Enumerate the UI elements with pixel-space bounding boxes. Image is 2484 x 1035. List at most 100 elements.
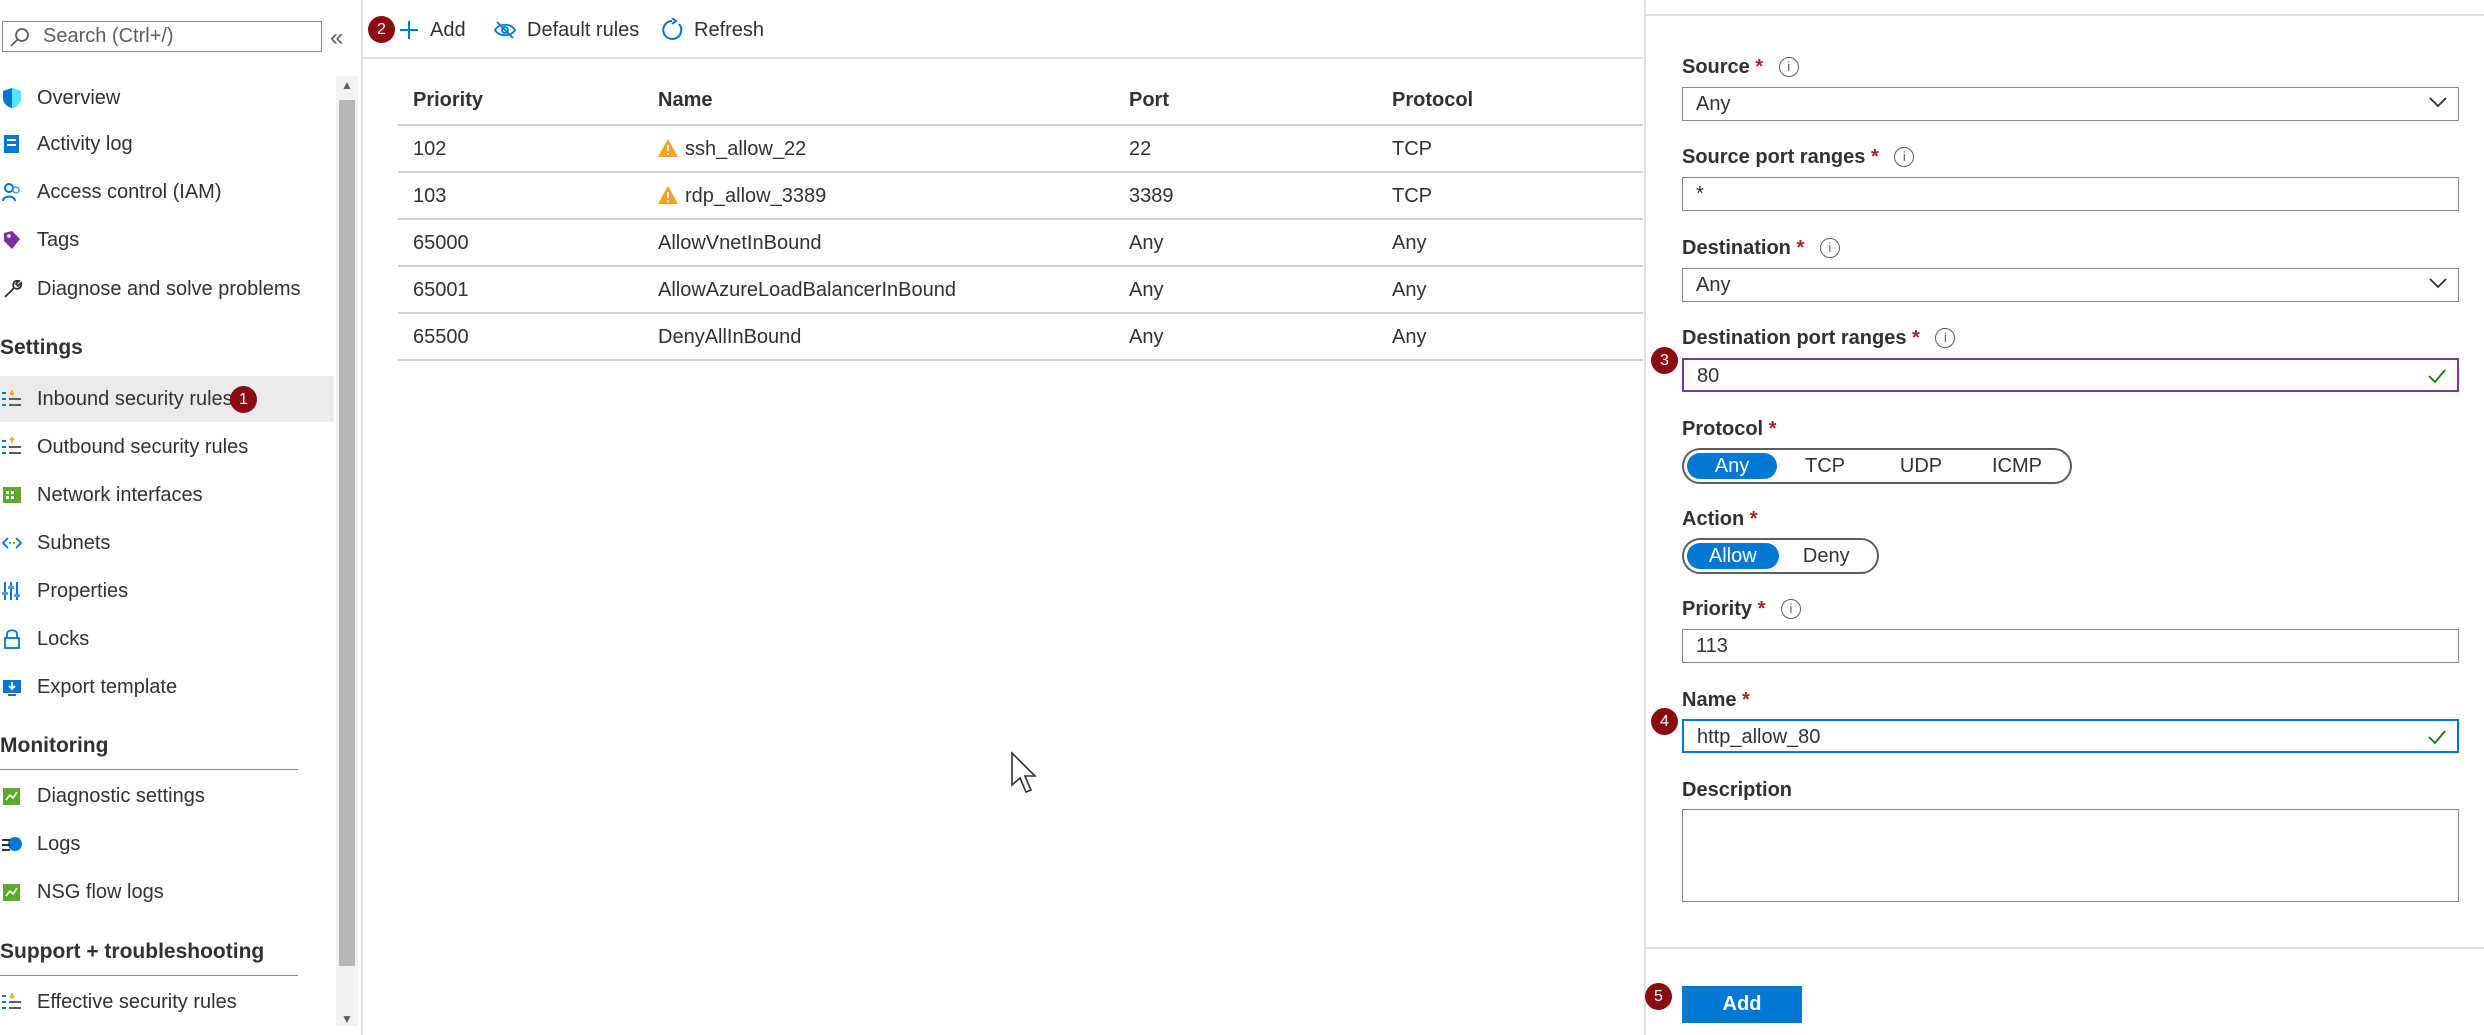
info-icon[interactable]: i	[1894, 147, 1915, 167]
refresh-button[interactable]: Refresh	[660, 10, 764, 50]
table-row[interactable]	[398, 314, 1643, 360]
source-port-ranges-input[interactable]: *	[1682, 177, 2459, 211]
destination-dropdown[interactable]: Any	[1682, 268, 2459, 302]
name-value: http_allow_80	[1697, 726, 1821, 748]
required-asterisk: *	[1796, 237, 1805, 259]
description-label-text: Description	[1682, 779, 1793, 801]
action-option-deny[interactable]: Deny	[1779, 543, 1874, 569]
rule-priority: 103	[413, 185, 447, 207]
chevron-down-icon	[2429, 278, 2447, 289]
sidebar-item-label: Export template	[37, 676, 178, 698]
sidebar-item-label: Locks	[37, 628, 90, 650]
table-row[interactable]	[398, 220, 1643, 266]
action-label-text: Action	[1682, 508, 1745, 530]
sidebar-item-outbound-security-rules[interactable]: Outbound security rules	[0, 424, 334, 470]
description-textarea[interactable]	[1682, 809, 2459, 902]
column-header-port[interactable]: Port	[1129, 89, 1169, 112]
collapse-menu-button[interactable]: «	[330, 24, 343, 52]
sidebar-item-network-interfaces[interactable]: Network interfaces	[0, 472, 334, 518]
required-asterisk: *	[1742, 689, 1750, 711]
table-row-divider	[398, 359, 1643, 361]
wrench-icon	[4, 279, 22, 298]
rule-name[interactable]: ssh_allow_22	[685, 138, 806, 161]
source-dropdown[interactable]: Any	[1682, 87, 2459, 121]
column-header-name[interactable]: Name	[658, 89, 712, 112]
rule-name[interactable]: rdp_allow_3389	[685, 185, 826, 208]
tag-icon	[4, 231, 20, 249]
chevron-down-icon	[2429, 97, 2447, 108]
protocol-option-tcp[interactable]: TCP	[1777, 453, 1873, 479]
info-icon[interactable]: i	[1935, 328, 1956, 348]
scroll-down-arrow-icon[interactable]: ▼	[341, 1012, 353, 1026]
sidebar-item-diagnose[interactable]: Diagnose and solve problems	[0, 266, 334, 312]
rule-name[interactable]: AllowAzureLoadBalancerInBound	[658, 279, 956, 302]
protocol-option-any[interactable]: Any	[1687, 453, 1777, 479]
sidebar-item-effective-security-rules[interactable]: Effective security rules	[0, 979, 334, 1025]
table-row[interactable]	[398, 126, 1643, 172]
menu-search-input[interactable]: Search (Ctrl+/)	[2, 21, 322, 52]
section-divider	[0, 975, 298, 976]
destination-port-ranges-label: Destination port ranges * i	[1682, 327, 1956, 350]
eye-hidden-icon	[493, 21, 517, 39]
name-input[interactable]: http_allow_80	[1682, 719, 2459, 753]
export-template-icon	[3, 680, 21, 696]
step-badge-1: 1	[230, 386, 257, 413]
rule-port: 22	[1129, 138, 1152, 160]
action-option-allow[interactable]: Allow	[1687, 543, 1779, 569]
sidebar-item-overview[interactable]: Overview	[0, 75, 334, 121]
info-icon[interactable]: i	[1819, 238, 1840, 258]
add-submit-button[interactable]: Add	[1682, 986, 1802, 1023]
priority-input[interactable]: 113	[1682, 629, 2459, 663]
sidebar-item-tags[interactable]: Tags	[0, 217, 334, 263]
sidebar-item-label: Overview	[37, 87, 121, 109]
rule-name[interactable]: DenyAllInBound	[658, 326, 801, 349]
step-badge-5: 5	[1645, 983, 1672, 1010]
sidebar-item-properties[interactable]: Properties	[0, 568, 334, 614]
info-icon[interactable]: i	[1778, 57, 1799, 77]
priority-label: Priority * i	[1682, 598, 1801, 621]
scroll-up-arrow-icon[interactable]: ▲	[341, 78, 353, 92]
diagnostic-settings-icon	[3, 788, 20, 805]
sidebar-item-inbound-security-rules[interactable]: Inbound security rules	[0, 376, 334, 422]
source-label-text: Source	[1682, 56, 1750, 78]
sidebar-item-label: Logs	[37, 833, 81, 855]
name-label: Name *	[1682, 689, 1750, 712]
sidebar-item-export-template[interactable]: Export template	[0, 664, 334, 710]
sidebar-item-nsg-flow-logs[interactable]: NSG flow logs	[0, 869, 334, 915]
network-interface-icon	[3, 487, 21, 503]
sidebar-item-label: Inbound security rules	[37, 388, 233, 410]
destination-port-ranges-input[interactable]: 80	[1682, 358, 2459, 392]
required-asterisk: *	[1912, 327, 1920, 349]
source-port-ranges-label-text: Source port ranges	[1682, 146, 1866, 168]
default-rules-button[interactable]: Default rules	[493, 10, 639, 50]
sidebar-scrollbar-thumb[interactable]	[339, 100, 355, 966]
sidebar-item-activity-log[interactable]: Activity log	[0, 121, 334, 167]
destination-port-ranges-label-text: Destination port ranges	[1682, 327, 1907, 349]
sidebar-item-locks[interactable]: Locks	[0, 616, 334, 662]
sidebar-item-label: Network interfaces	[37, 484, 203, 506]
add-rule-button[interactable]: Add	[398, 10, 466, 50]
required-asterisk: *	[1749, 508, 1758, 530]
column-header-protocol[interactable]: Protocol	[1392, 89, 1473, 112]
monitoring-section-title: Monitoring	[0, 734, 109, 757]
rule-name[interactable]: AllowVnetInBound	[658, 232, 821, 255]
rule-protocol: TCP	[1392, 138, 1432, 160]
protocol-option-icmp[interactable]: ICMP	[1969, 453, 2065, 479]
info-icon[interactable]: i	[1780, 599, 1801, 619]
sidebar-item-access-control[interactable]: Access control (IAM)	[0, 169, 334, 215]
rule-protocol: Any	[1392, 326, 1427, 348]
sidebar-item-subnets[interactable]: Subnets	[0, 520, 334, 566]
search-icon	[10, 28, 29, 47]
sidebar-item-diagnostic-settings[interactable]: Diagnostic settings	[0, 773, 334, 819]
destination-label-text: Destination	[1682, 237, 1791, 259]
outbound-rules-icon	[2, 436, 21, 454]
table-row[interactable]	[398, 267, 1643, 313]
required-asterisk: *	[1870, 146, 1879, 168]
sidebar-item-logs[interactable]: Logs	[0, 821, 334, 867]
add-rule-label: Add	[430, 18, 466, 41]
protocol-option-udp[interactable]: UDP	[1873, 453, 1969, 479]
plus-icon	[400, 21, 418, 39]
sidebar-item-label: NSG flow logs	[37, 881, 164, 903]
table-row[interactable]	[398, 173, 1643, 219]
column-header-priority[interactable]: Priority	[413, 89, 483, 112]
